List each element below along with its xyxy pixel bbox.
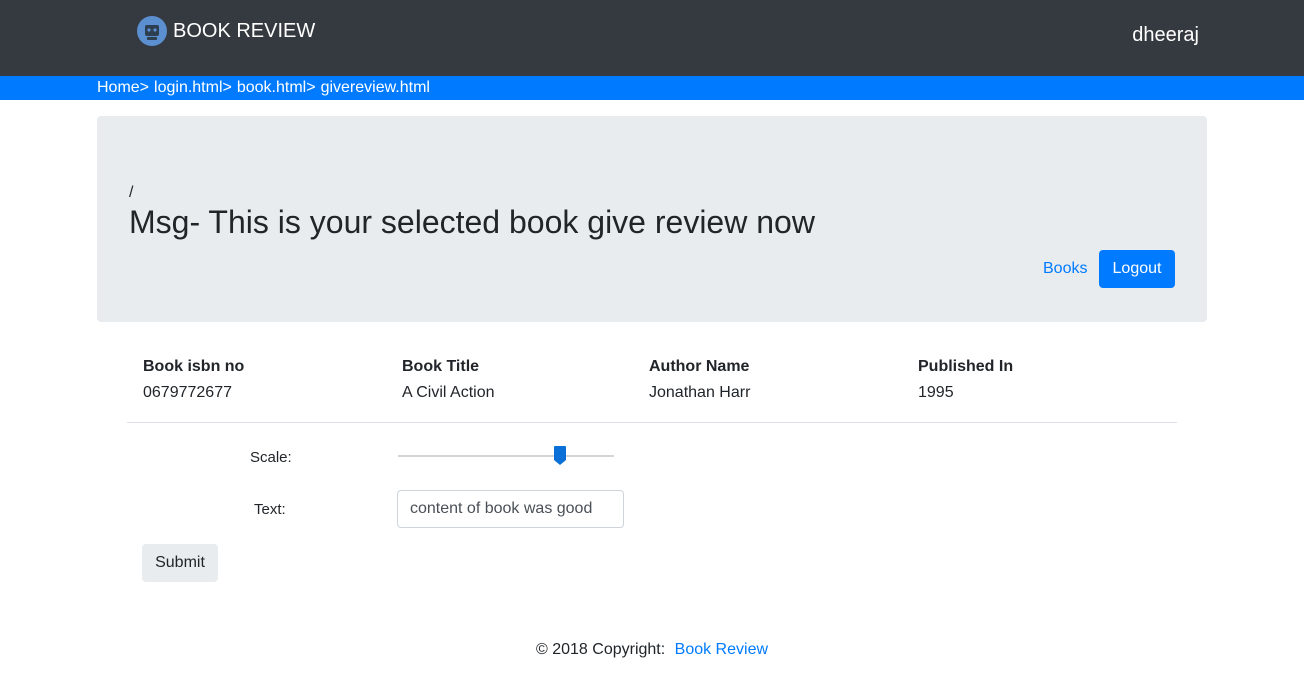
header-published: Published In	[918, 358, 1014, 375]
message-panel: / Msg- This is your selected book give r…	[97, 116, 1207, 322]
divider	[127, 422, 1177, 423]
header-title: Book Title	[402, 358, 480, 375]
footer-link[interactable]: Book Review	[675, 641, 768, 658]
footer: © 2018 Copyright: Book Review	[0, 641, 1304, 659]
breadcrumb: Home> login.html> book.html> givereview.…	[0, 76, 1304, 100]
navbar: BOOK REVIEW dheeraj	[0, 0, 1304, 76]
header-author: Author Name	[649, 358, 750, 375]
cell-published: 1995	[918, 384, 954, 401]
header-isbn: Book isbn no	[143, 358, 245, 375]
review-text-input[interactable]	[397, 490, 624, 528]
cell-author: Jonathan Harr	[649, 384, 751, 401]
breadcrumb-home[interactable]: Home>	[97, 79, 149, 97]
cell-title: A Civil Action	[402, 384, 495, 401]
brand-title: BOOK REVIEW	[173, 19, 316, 42]
logout-button[interactable]: Logout	[1099, 250, 1175, 288]
brand-link[interactable]: BOOK REVIEW	[137, 16, 315, 46]
submit-button[interactable]: Submit	[142, 544, 218, 582]
slash-text: /	[129, 184, 134, 201]
breadcrumb-givereview[interactable]: givereview.html	[321, 79, 430, 97]
footer-copyright: © 2018 Copyright:	[535, 641, 666, 658]
scale-label: Scale:	[250, 449, 292, 466]
text-label: Text:	[254, 501, 286, 518]
scale-slider[interactable]	[398, 455, 614, 457]
books-link[interactable]: Books	[1043, 260, 1087, 278]
page-message: Msg- This is your selected book give rev…	[129, 204, 815, 240]
robot-logo-icon	[137, 16, 167, 46]
scale-slider-handle[interactable]	[554, 446, 566, 466]
breadcrumb-login[interactable]: login.html>	[154, 79, 232, 97]
cell-isbn: 0679772677	[143, 384, 232, 401]
username: dheeraj	[1132, 24, 1199, 46]
breadcrumb-book[interactable]: book.html>	[237, 79, 316, 97]
